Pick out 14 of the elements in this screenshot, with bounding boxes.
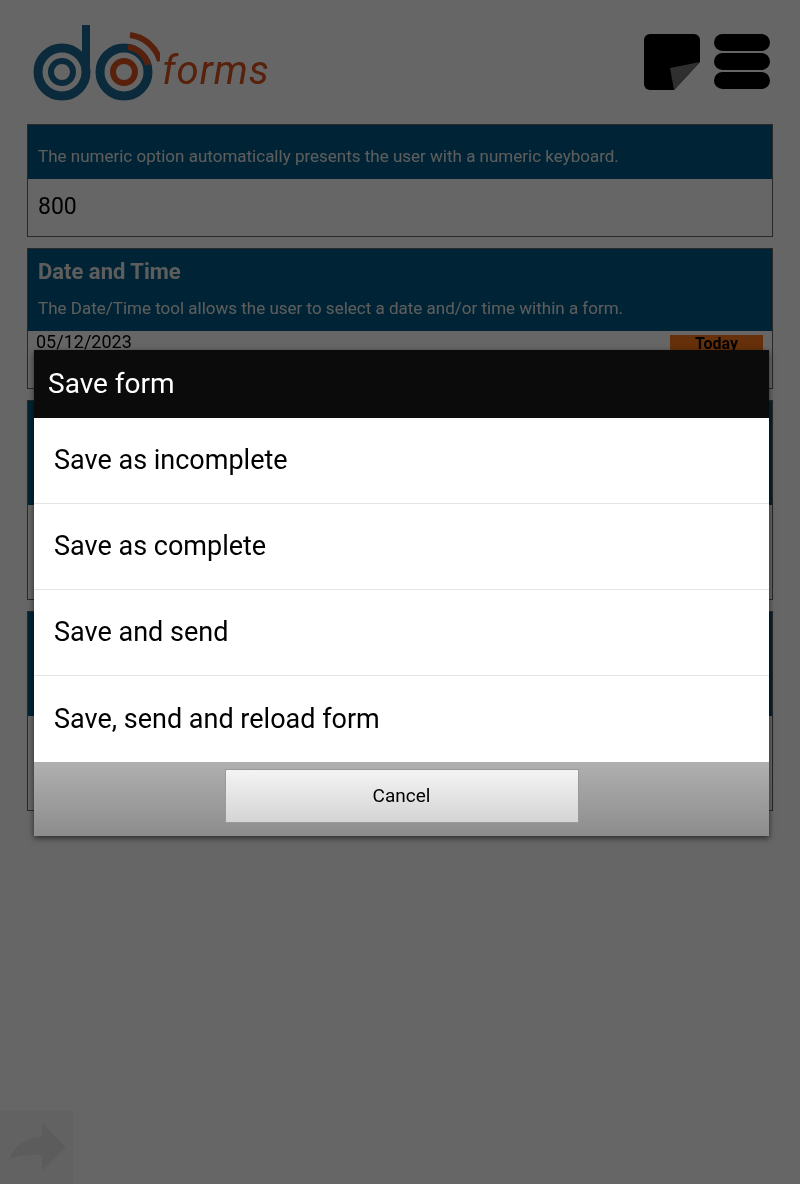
menu-icon[interactable] [714,34,770,90]
number-field[interactable]: 800 [28,179,772,236]
field-description: The numeric option automatically presents the user with a numeric keyboard. [38,144,620,168]
cancel-button[interactable]: Cancel [224,769,579,823]
dialog-title: Save form [34,350,769,418]
field-description: The Date/Time tool allows the user to select a date and/or time within a form. [38,296,625,320]
save-option[interactable]: Save as incomplete [34,418,769,504]
save-option[interactable]: Save as complete [34,504,769,590]
save-option[interactable]: Save, send and reload form [34,676,769,762]
note-icon[interactable] [644,34,700,90]
logo-text: forms [162,51,270,91]
field-label: Date and Time [38,257,182,286]
save-option[interactable]: Save and send [34,590,769,676]
date-field[interactable]: 05/12/2023 [36,332,132,351]
